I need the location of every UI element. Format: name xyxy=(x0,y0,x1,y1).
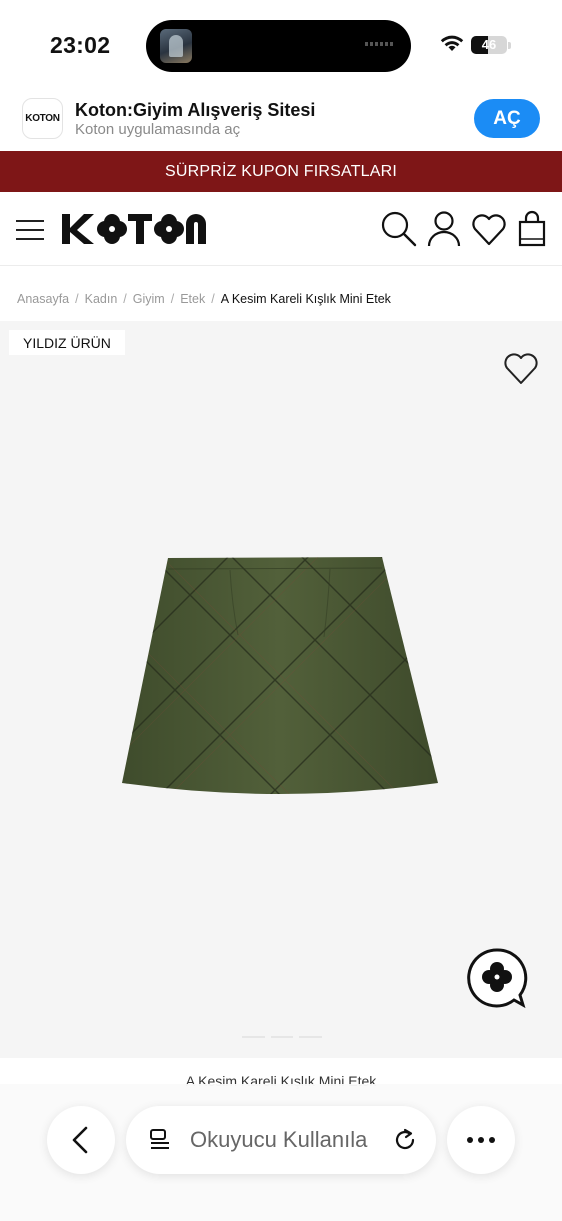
gallery-pagination[interactable] xyxy=(242,1036,323,1040)
app-banner-title: Koton:Giyim Alışveriş Sitesi xyxy=(75,100,316,120)
battery-percent: 46 xyxy=(481,37,497,52)
bag-icon[interactable] xyxy=(514,210,552,248)
user-icon[interactable] xyxy=(425,210,463,248)
heart-icon[interactable] xyxy=(470,210,508,248)
address-bar[interactable]: Okuyucu Kullanıla xyxy=(126,1106,436,1174)
product-gallery[interactable]: YILDIZ ÜRÜN xyxy=(0,321,562,1058)
battery-cap xyxy=(508,42,511,49)
more-icon xyxy=(467,1137,495,1143)
chat-support-icon[interactable] xyxy=(466,947,528,1009)
browser-toolbar: Okuyucu Kullanıla xyxy=(0,1084,562,1221)
now-playing-thumbnail xyxy=(160,29,192,63)
favorite-heart-icon[interactable] xyxy=(502,351,540,387)
search-icon[interactable] xyxy=(380,210,418,248)
breadcrumb-link[interactable]: Kadın xyxy=(85,292,118,306)
address-text: Okuyucu Kullanıla xyxy=(190,1127,368,1152)
open-app-button[interactable]: AÇ xyxy=(474,99,540,138)
site-header xyxy=(0,192,562,266)
status-badge: YILDIZ ÜRÜN xyxy=(9,330,125,355)
status-time: 23:02 xyxy=(50,32,111,58)
breadcrumb-link[interactable]: Etek xyxy=(180,292,205,306)
menu-icon[interactable] xyxy=(14,218,46,242)
island-activity-dots xyxy=(365,42,395,46)
app-icon[interactable]: KOTON xyxy=(22,98,63,139)
dynamic-island[interactable] xyxy=(146,20,411,72)
koton-logo[interactable] xyxy=(62,210,220,248)
reload-icon[interactable] xyxy=(392,1127,418,1153)
battery-indicator: 46 xyxy=(471,36,507,54)
smart-app-banner: KOTON Koton:Giyim Alışveriş Sitesi Koton… xyxy=(0,90,562,150)
app-banner-subtitle: Koton uygulamasında aç xyxy=(75,121,241,138)
back-button[interactable] xyxy=(47,1106,115,1174)
status-bar: 23:02 46 xyxy=(0,0,562,90)
wifi-icon xyxy=(440,35,464,51)
product-image[interactable] xyxy=(120,555,440,801)
breadcrumb-link[interactable]: Giyim xyxy=(133,292,165,306)
promo-banner[interactable]: SÜRPRİZ KUPON FIRSATLARI xyxy=(0,151,562,192)
breadcrumb-current: A Kesim Kareli Kışlık Mini Etek xyxy=(220,292,391,306)
reader-icon[interactable] xyxy=(148,1128,172,1152)
more-button[interactable] xyxy=(447,1106,515,1174)
breadcrumb: Anasayfa / Kadın / Giyim / Etek / A Kesim Kareli… xyxy=(17,292,391,306)
back-icon xyxy=(72,1126,88,1154)
breadcrumb-link[interactable]: Anasayfa xyxy=(17,292,69,306)
